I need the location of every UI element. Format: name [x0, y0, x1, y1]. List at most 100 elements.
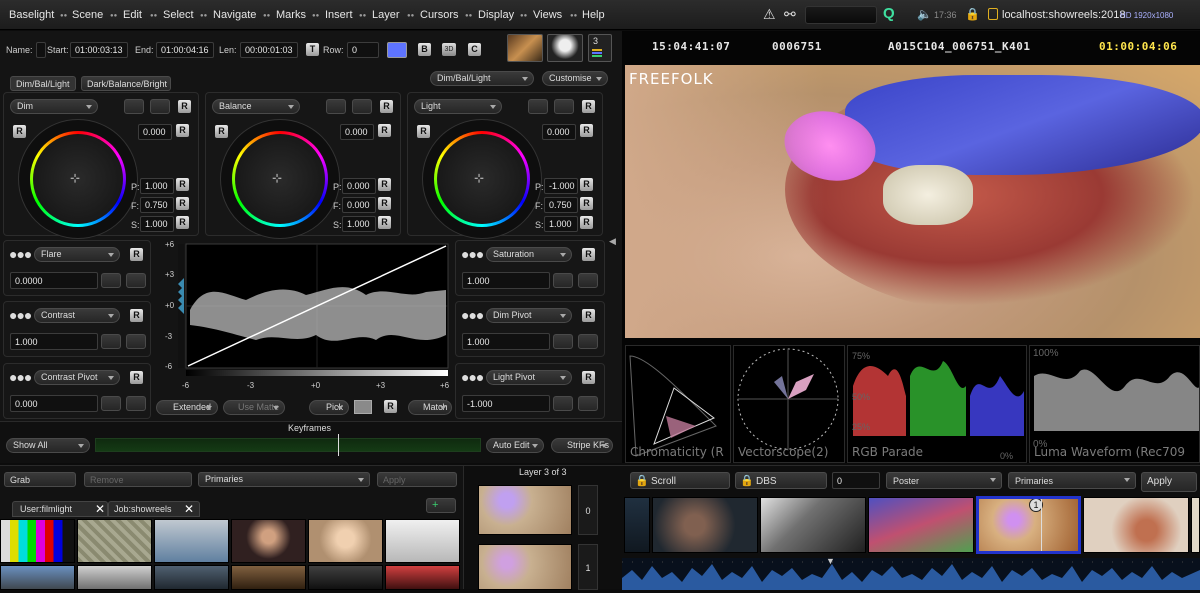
key-icon[interactable]: [326, 99, 346, 114]
start-field[interactable]: 01:00:03:13: [70, 42, 128, 58]
reset-button[interactable]: R: [417, 125, 430, 138]
balance-p-value[interactable]: 0.000: [342, 178, 376, 194]
auto-edit-dropdown[interactable]: Auto Edit: [486, 438, 544, 453]
curve-icon[interactable]: [578, 334, 598, 349]
timeline-thumb[interactable]: [1191, 497, 1200, 553]
curve-icon[interactable]: [150, 99, 170, 114]
key-icon[interactable]: [553, 273, 573, 288]
layer-thumb-0[interactable]: [478, 485, 572, 535]
reset-button[interactable]: R: [580, 216, 593, 229]
thumb-city[interactable]: [0, 565, 75, 590]
timeline-thumb-selected[interactable]: 1: [976, 496, 1081, 554]
reset-button[interactable]: R: [380, 100, 393, 113]
len-field[interactable]: 00:00:01:03: [240, 42, 298, 58]
reset-button[interactable]: R: [176, 197, 189, 210]
curve-icon[interactable]: [126, 273, 146, 288]
contrast-dropdown[interactable]: Contrast: [34, 308, 120, 323]
thumb-colorbars[interactable]: [0, 519, 75, 563]
layer-number[interactable]: 0: [578, 485, 598, 535]
extended-toggle[interactable]: Extended: [156, 400, 218, 415]
dbs-toggle[interactable]: 🔒 DBS: [735, 472, 827, 489]
thumb-woman[interactable]: [308, 519, 383, 563]
preset-dropdown[interactable]: Dim/Bal/Light: [430, 71, 534, 86]
use-matte-toggle[interactable]: Use Matte: [223, 400, 285, 415]
thumb-chairs[interactable]: [385, 519, 460, 563]
timeline-thumb[interactable]: [868, 497, 974, 553]
curve-icon[interactable]: [126, 334, 146, 349]
audio-playhead-icon[interactable]: ▼: [826, 556, 835, 566]
menu-layer[interactable]: Layer: [372, 9, 400, 21]
reset-button[interactable]: R: [378, 124, 391, 137]
monalisa-icon[interactable]: [507, 34, 543, 62]
more-icon[interactable]: ●●●: [461, 307, 484, 323]
light-p-value[interactable]: -1.000: [544, 178, 578, 194]
reset-button[interactable]: R: [178, 100, 191, 113]
vectorscope[interactable]: Vectorscope(2): [733, 345, 845, 463]
volume-icon[interactable]: 🔈: [917, 7, 932, 21]
key-icon[interactable]: [528, 99, 548, 114]
timeline-value-field[interactable]: 0: [832, 472, 880, 489]
key-icon[interactable]: [553, 334, 573, 349]
key-icon[interactable]: [101, 273, 121, 288]
thumb-red[interactable]: [385, 565, 460, 590]
reset-button[interactable]: R: [378, 178, 391, 191]
end-field[interactable]: 01:00:04:16: [156, 42, 214, 58]
layer-thumb-1[interactable]: [478, 544, 572, 590]
menu-marks[interactable]: Marks: [276, 9, 306, 21]
tab-user-filmlight[interactable]: User:filmlight ✕: [12, 501, 108, 517]
close-icon[interactable]: ✕: [95, 502, 105, 516]
menu-baselight[interactable]: Baselight: [9, 9, 54, 21]
thumb-car[interactable]: [308, 565, 383, 590]
more-icon[interactable]: ●●●: [9, 369, 32, 385]
customise-dropdown[interactable]: Customise: [542, 71, 608, 86]
light-pivot-value[interactable]: -1.000: [462, 395, 550, 412]
balance-s-value[interactable]: 1.000: [342, 216, 376, 232]
key-icon[interactable]: [124, 99, 144, 114]
contrast-pivot-value[interactable]: 0.000: [10, 395, 98, 412]
remove-button[interactable]: Remove: [84, 472, 192, 487]
more-icon[interactable]: ●●●: [9, 307, 32, 323]
thumb-interior[interactable]: [231, 565, 306, 590]
curve-icon[interactable]: [578, 396, 598, 411]
scroll-toggle[interactable]: 🔒 Scroll: [630, 472, 730, 489]
dim-pivot-value[interactable]: 1.000: [462, 333, 550, 350]
row-field[interactable]: 0: [347, 42, 379, 58]
add-icon[interactable]: +: [426, 498, 456, 513]
c-button[interactable]: C: [468, 43, 481, 56]
reset-button[interactable]: R: [378, 216, 391, 229]
flare-dropdown[interactable]: Flare: [34, 247, 120, 262]
dim-p-value[interactable]: 1.000: [140, 178, 174, 194]
menu-help[interactable]: Help: [582, 9, 605, 21]
reset-button[interactable]: R: [582, 309, 595, 322]
layer-count-button[interactable]: 3: [588, 34, 612, 62]
chromaticity-scope[interactable]: Chromaticity (R: [625, 345, 731, 463]
curve-icon[interactable]: [352, 99, 372, 114]
keyframe-track[interactable]: [95, 438, 481, 452]
poster-dropdown[interactable]: Poster: [886, 472, 1002, 489]
color-swatch[interactable]: [387, 42, 407, 58]
thumb-room[interactable]: [154, 519, 229, 563]
timeline-apply-button[interactable]: Apply: [1141, 472, 1197, 492]
timeline-thumb[interactable]: [652, 497, 758, 553]
reset-button[interactable]: R: [176, 178, 189, 191]
dim-value[interactable]: 0.000: [138, 124, 172, 140]
menu-edit[interactable]: Edit: [123, 9, 142, 21]
key-icon[interactable]: [101, 396, 121, 411]
t-button[interactable]: T: [306, 43, 319, 56]
thumb-portrait[interactable]: [231, 519, 306, 563]
tab-job-showreels[interactable]: Job:showreels ✕: [108, 501, 200, 517]
flare-value[interactable]: 0.0000: [10, 272, 98, 289]
dim-f-value[interactable]: 0.750: [140, 197, 174, 213]
reset-button[interactable]: R: [582, 248, 595, 261]
balance-f-value[interactable]: 0.000: [342, 197, 376, 213]
light-s-value[interactable]: 1.000: [544, 216, 578, 232]
balance-value[interactable]: 0.000: [340, 124, 374, 140]
reset-button[interactable]: R: [580, 124, 593, 137]
contrast-value[interactable]: 1.000: [10, 333, 98, 350]
reset-button[interactable]: R: [378, 197, 391, 210]
menu-views[interactable]: Views: [533, 9, 562, 21]
contrast-pivot-dropdown[interactable]: Contrast Pivot: [34, 370, 120, 385]
menu-scene[interactable]: Scene: [72, 9, 103, 21]
key-icon[interactable]: [553, 396, 573, 411]
more-icon[interactable]: ●●●: [461, 246, 484, 262]
